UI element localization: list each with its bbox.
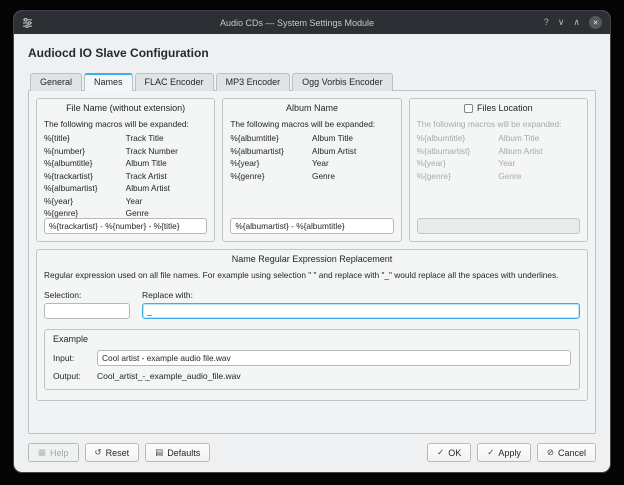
macro-name: %{genre} <box>230 171 312 181</box>
tab-names[interactable]: Names <box>84 73 133 91</box>
tab-flac-encoder[interactable]: FLAC Encoder <box>135 73 214 91</box>
macro-desc: Track Artist <box>126 171 208 181</box>
macro-name: %{albumtitle} <box>230 133 312 143</box>
album-name-macro-list: %{albumtitle}Album Title %{albumartist}A… <box>230 133 393 181</box>
file-name-pattern-input[interactable] <box>44 218 207 234</box>
file-name-macros-intro: The following macros will be expanded: <box>44 119 207 129</box>
files-location-pattern-input <box>417 218 580 234</box>
example-output-label: Output: <box>53 371 97 381</box>
macro-name: %{genre} <box>44 208 126 218</box>
apply-button[interactable]: ✓ Apply <box>477 443 531 462</box>
macro-desc: Album Artist <box>498 146 580 156</box>
ok-button-label: OK <box>448 448 461 458</box>
defaults-button-label: Defaults <box>167 448 200 458</box>
file-name-group: File Name (without extension) The follow… <box>36 98 215 242</box>
files-location-group-title: Files Location <box>477 103 533 113</box>
macro-desc: Album Title <box>498 133 580 143</box>
macro-name: %{albumartist} <box>44 183 126 193</box>
macro-desc: Genre <box>498 171 580 181</box>
reset-icon: ↺ <box>95 448 102 457</box>
apply-check-icon: ✓ <box>487 448 494 457</box>
macro-name: %{albumtitle} <box>417 133 499 143</box>
regex-replacement-group: Name Regular Expression Replacement Regu… <box>36 249 588 401</box>
example-group: Example Input: Output: Cool_artist_-_exa… <box>44 329 580 390</box>
macro-desc: Album Title <box>126 158 208 168</box>
window-content: Audiocd IO Slave Configuration General N… <box>14 34 610 472</box>
regex-group-title: Name Regular Expression Replacement <box>44 254 580 264</box>
macro-name: %{year} <box>417 158 499 168</box>
settings-window: Audio CDs — System Settings Module ? ∨ ∧… <box>13 10 611 473</box>
ok-check-icon: ✓ <box>437 448 444 457</box>
keep-above-icon[interactable]: ∧ <box>573 18 580 27</box>
macro-name: %{year} <box>44 196 126 206</box>
macro-desc: Genre <box>126 208 208 218</box>
cancel-button[interactable]: ⊘ Cancel <box>537 443 596 462</box>
defaults-button[interactable]: ▤ Defaults <box>145 443 210 462</box>
cancel-icon: ⊘ <box>547 448 554 457</box>
macro-name: %{albumartist} <box>417 146 499 156</box>
macro-name: %{albumartist} <box>230 146 312 156</box>
window-title: Audio CDs — System Settings Module <box>54 18 540 28</box>
tab-ogg-vorbis-encoder[interactable]: Ogg Vorbis Encoder <box>292 73 393 91</box>
help-icon: ▦ <box>38 448 46 457</box>
shade-icon[interactable]: ∨ <box>558 18 565 27</box>
files-location-macro-list: %{albumtitle}Album Title %{albumartist}A… <box>417 133 580 181</box>
reset-button[interactable]: ↺ Reset <box>85 443 140 462</box>
macro-name: %{year} <box>230 158 312 168</box>
macro-desc: Album Artist <box>126 183 208 193</box>
close-button[interactable]: ✕ <box>589 16 602 29</box>
defaults-icon: ▤ <box>155 448 163 457</box>
example-input-field[interactable] <box>97 350 571 366</box>
reset-button-label: Reset <box>106 448 130 458</box>
files-location-checkbox[interactable] <box>464 104 473 113</box>
album-name-group-title: Album Name <box>230 103 393 113</box>
macro-desc: Genre <box>312 171 394 181</box>
tab-bar: General Names FLAC Encoder MP3 Encoder O… <box>28 73 596 91</box>
tab-mp3-encoder[interactable]: MP3 Encoder <box>216 73 291 91</box>
files-location-group: Files Location The following macros will… <box>409 98 588 242</box>
macro-desc: Track Number <box>126 146 208 156</box>
regex-description: Regular expression used on all file name… <box>44 270 580 280</box>
selection-input[interactable] <box>44 303 130 319</box>
app-settings-icon <box>22 17 33 28</box>
help-button-label: Help <box>50 448 69 458</box>
macro-desc: Album Title <box>312 133 394 143</box>
file-name-macro-list: %{title}Track Title %{number}Track Numbe… <box>44 133 207 218</box>
example-group-title: Example <box>53 334 571 344</box>
tab-general[interactable]: General <box>30 73 82 91</box>
replace-with-label: Replace with: <box>142 290 580 300</box>
example-output-value: Cool_artist_-_example_audio_file.wav <box>97 371 571 381</box>
contextual-help-button[interactable]: ? <box>544 18 549 27</box>
album-name-macros-intro: The following macros will be expanded: <box>230 119 393 129</box>
page-title: Audiocd IO Slave Configuration <box>28 46 596 60</box>
tab-page-names: File Name (without extension) The follow… <box>28 90 596 434</box>
macro-desc: Album Artist <box>312 146 394 156</box>
help-button: ▦ Help <box>28 443 79 462</box>
macro-name: %{albumtitle} <box>44 158 126 168</box>
macro-desc: Year <box>312 158 394 168</box>
dialog-button-row: ▦ Help ↺ Reset ▤ Defaults ✓ OK ✓ <box>28 443 596 462</box>
example-input-label: Input: <box>53 353 97 363</box>
files-location-macros-intro: The following macros will be expanded: <box>417 119 580 129</box>
macro-name: %{title} <box>44 133 126 143</box>
album-name-group: Album Name The following macros will be … <box>222 98 401 242</box>
album-name-pattern-input[interactable] <box>230 218 393 234</box>
macro-desc: Year <box>126 196 208 206</box>
file-name-group-title: File Name (without extension) <box>44 103 207 113</box>
selection-label: Selection: <box>44 290 130 300</box>
macro-desc: Year <box>498 158 580 168</box>
replace-with-input[interactable] <box>142 303 580 319</box>
macro-desc: Track Title <box>126 133 208 143</box>
macro-name: %{number} <box>44 146 126 156</box>
cancel-button-label: Cancel <box>558 448 586 458</box>
macro-name: %{genre} <box>417 171 499 181</box>
apply-button-label: Apply <box>498 448 521 458</box>
ok-button[interactable]: ✓ OK <box>427 443 471 462</box>
macro-name: %{trackartist} <box>44 171 126 181</box>
titlebar: Audio CDs — System Settings Module ? ∨ ∧… <box>14 11 610 34</box>
